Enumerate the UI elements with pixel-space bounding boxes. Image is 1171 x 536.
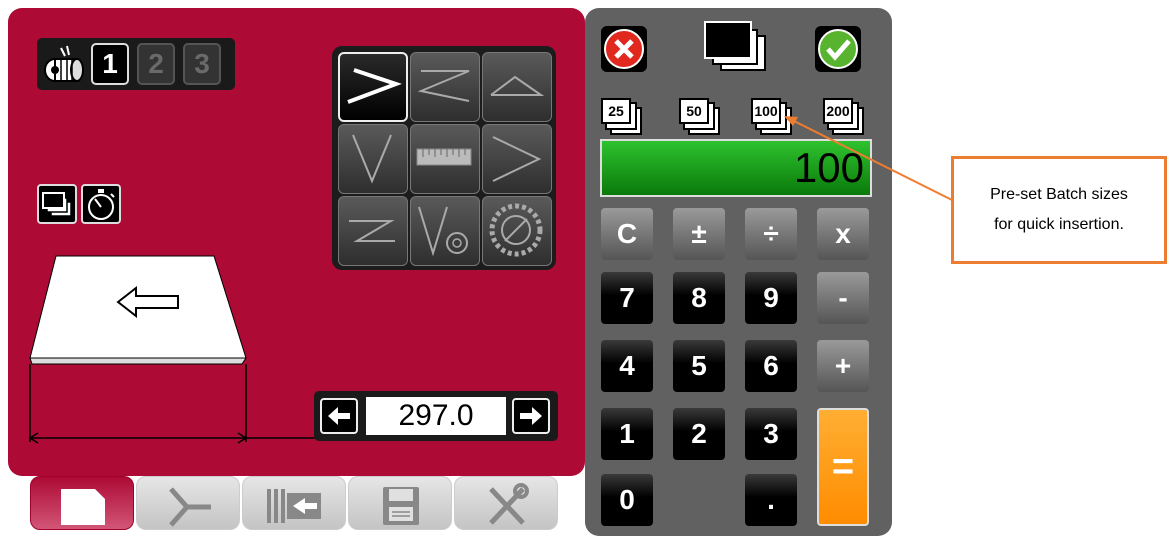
batch-stack-icon — [701, 18, 771, 76]
key-3[interactable]: 3 — [745, 408, 797, 460]
mode-icons — [37, 184, 123, 224]
key-2[interactable]: 2 — [673, 408, 725, 460]
batch-preset-label: 50 — [679, 98, 709, 124]
position-control: 297.0 — [314, 391, 558, 441]
key-minus[interactable]: - — [817, 272, 869, 324]
position-left-button[interactable] — [320, 398, 358, 434]
bend-type-grid — [332, 46, 556, 270]
tab-settings[interactable] — [454, 476, 558, 530]
bend-hem-button[interactable] — [338, 196, 408, 266]
close-icon — [604, 29, 644, 69]
tool-selector: 1 2 3 — [37, 38, 235, 90]
position-value[interactable]: 297.0 — [366, 397, 506, 435]
tools-icon — [489, 483, 529, 525]
bend-z-button[interactable] — [410, 52, 480, 122]
tab-backgauge[interactable] — [242, 476, 346, 530]
sharp-bend-icon — [492, 136, 542, 182]
key-equals[interactable]: = — [817, 408, 869, 526]
callout-line-1: Pre-set Batch sizes — [990, 186, 1128, 203]
key-dot[interactable]: . — [745, 474, 797, 526]
tool-2-button[interactable]: 2 — [137, 43, 175, 85]
bend-radius-button[interactable] — [410, 196, 480, 266]
bend-measure-button[interactable] — [410, 124, 480, 194]
key-0[interactable]: 0 — [601, 474, 653, 526]
gear-icon — [489, 203, 543, 257]
bend-sharp-button[interactable] — [482, 124, 552, 194]
stopwatch-icon — [88, 189, 115, 220]
bend-roll-button[interactable] — [482, 196, 552, 266]
position-right-button[interactable] — [512, 398, 550, 434]
floppy-disk-icon — [383, 487, 419, 525]
hem-bend-icon — [349, 220, 395, 242]
bend-v-button[interactable] — [338, 124, 408, 194]
check-icon — [818, 29, 858, 69]
feed-direction-arrow-icon — [116, 286, 179, 318]
page-icon — [61, 489, 105, 525]
arrow-right-icon — [520, 407, 542, 425]
v-bend-icon — [352, 134, 392, 184]
arrow-left-icon — [328, 407, 350, 425]
key-8[interactable]: 8 — [673, 272, 725, 324]
tab-bend[interactable] — [136, 476, 240, 530]
callout-line-2: for quick insertion. — [994, 216, 1124, 233]
batch-preset-label: 100 — [751, 98, 781, 124]
bend-acute-button[interactable] — [338, 52, 408, 122]
acute-bend-icon — [347, 68, 402, 104]
backgauge-icon — [267, 489, 321, 523]
key-clear[interactable]: C — [601, 208, 653, 260]
flat-bend-icon — [490, 75, 545, 96]
batch-mode-button[interactable] — [37, 184, 77, 224]
bend-tool-icon — [169, 487, 211, 527]
timer-mode-button[interactable] — [81, 184, 121, 224]
key-plus[interactable]: + — [817, 340, 869, 392]
confirm-button[interactable] — [815, 26, 861, 72]
key-5[interactable]: 5 — [673, 340, 725, 392]
key-7[interactable]: 7 — [601, 272, 653, 324]
key-1[interactable]: 1 — [601, 408, 653, 460]
key-6[interactable]: 6 — [745, 340, 797, 392]
batch-preset-50[interactable]: 50 — [679, 98, 731, 138]
bend-flat-button[interactable] — [482, 52, 552, 122]
key-4[interactable]: 4 — [601, 340, 653, 392]
ruler-icon — [416, 148, 472, 166]
tab-save[interactable] — [348, 476, 452, 530]
tool-1-button[interactable]: 1 — [91, 43, 129, 85]
key-plusminus[interactable]: ± — [673, 208, 725, 260]
stack-icon — [42, 192, 72, 217]
cancel-button[interactable] — [601, 26, 647, 72]
tool-holder-icon — [41, 44, 87, 84]
tab-program[interactable] — [30, 476, 134, 530]
callout-note: Pre-set Batch sizes for quick insertion. — [951, 156, 1167, 264]
batch-preset-label: 25 — [601, 98, 631, 124]
main-panel: 1 2 3 297.0 — [8, 8, 585, 476]
batch-preset-25[interactable]: 25 — [601, 98, 653, 138]
sheet-diagram — [28, 255, 316, 444]
callout-pointer — [784, 116, 953, 201]
radius-bend-icon — [418, 206, 468, 257]
key-9[interactable]: 9 — [745, 272, 797, 324]
batch-calculator-panel: 25 50 100 200 100 C ± ÷ x 7 8 9 - 4 5 6 … — [585, 8, 892, 536]
tool-3-button[interactable]: 3 — [183, 43, 221, 85]
z-bend-icon — [417, 70, 470, 102]
